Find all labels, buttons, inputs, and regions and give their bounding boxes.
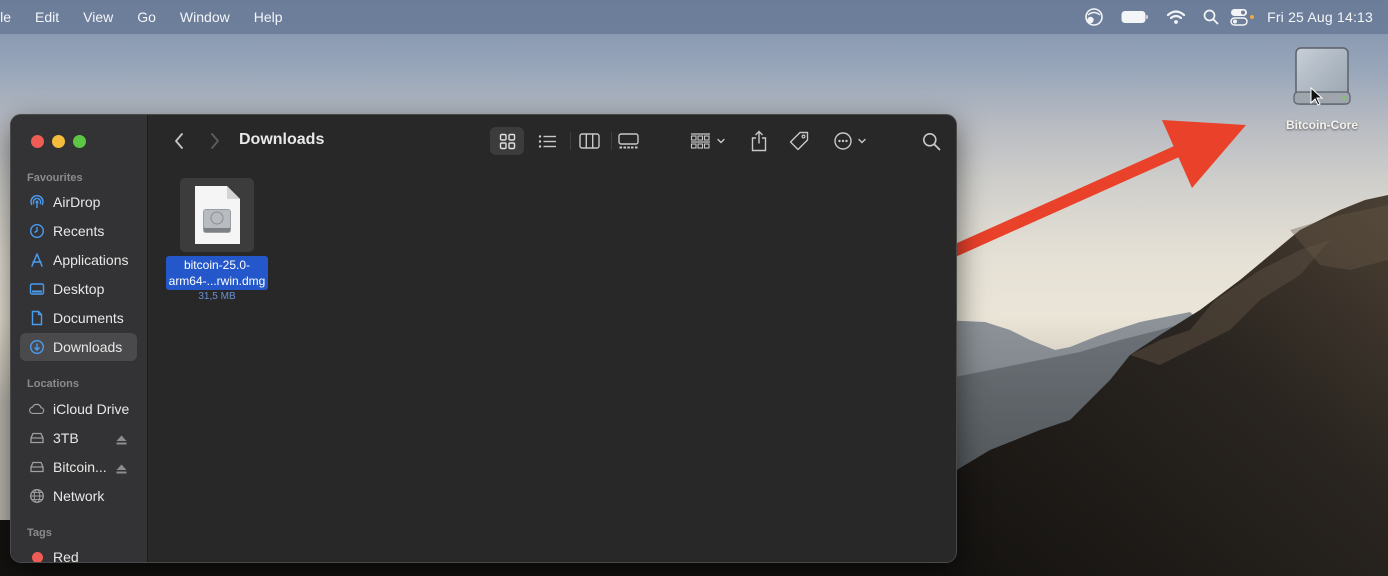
- drive-icon: [29, 430, 45, 446]
- spotlight-search-icon[interactable]: [1195, 0, 1227, 34]
- menu-file[interactable]: ile: [0, 0, 23, 34]
- sidebar-item-3tb[interactable]: 3TB: [20, 424, 137, 452]
- control-center-icon[interactable]: [1227, 0, 1259, 34]
- desktop-drive-label: Bitcoin-Core: [1286, 118, 1358, 132]
- finder-window: Favourites AirDrop Recents Applications …: [10, 114, 957, 563]
- file-item-bitcoin-dmg[interactable]: bitcoin-25.0- arm64-...rwin.dmg 31,5 MB: [159, 178, 275, 302]
- gallery-view-button[interactable]: [611, 127, 645, 155]
- sidebar-item-label: Applications: [53, 252, 129, 268]
- sidebar-item-icloud-drive[interactable]: iCloud Drive: [20, 395, 137, 423]
- sidebar-item-downloads[interactable]: Downloads: [20, 333, 137, 361]
- finder-toolbar: Downloads: [149, 115, 956, 167]
- icon-view-button[interactable]: [490, 127, 524, 155]
- columns-icon: [578, 133, 600, 149]
- sidebar-section-tags: Tags: [27, 527, 52, 539]
- cloud-icon: [29, 401, 45, 417]
- sidebar-item-label: Documents: [53, 310, 124, 326]
- forward-icon: [211, 133, 219, 149]
- more-actions-button[interactable]: [831, 127, 871, 155]
- menubar-clock[interactable]: Fri 25 Aug 14:13: [1259, 9, 1388, 25]
- zoom-window-button[interactable]: [73, 135, 86, 148]
- sidebar-item-label: 3TB: [53, 430, 79, 446]
- forward-button[interactable]: [205, 127, 225, 155]
- search-button[interactable]: [919, 127, 943, 155]
- sidebar-section-locations: Locations: [27, 378, 79, 390]
- file-name-line-1: bitcoin-25.0-: [183, 258, 251, 272]
- back-icon: [175, 133, 183, 149]
- share-icon: [751, 130, 767, 152]
- list-view-button[interactable]: [530, 127, 564, 155]
- sidebar-item-desktop[interactable]: Desktop: [20, 275, 137, 303]
- sidebar-item-label: AirDrop: [53, 194, 101, 210]
- sidebar-item-network[interactable]: Network: [20, 482, 137, 510]
- menu-go[interactable]: Go: [125, 0, 168, 34]
- drive-icon: [29, 459, 45, 475]
- finder-sidebar: Favourites AirDrop Recents Applications …: [11, 115, 148, 562]
- menu-view[interactable]: View: [71, 0, 125, 34]
- sidebar-item-label: Recents: [53, 223, 105, 239]
- sidebar-section-favourites: Favourites: [27, 172, 83, 184]
- toolbar-divider: [570, 132, 571, 150]
- sidebar-item-recents[interactable]: Recents: [20, 217, 137, 245]
- window-controls: [31, 135, 86, 148]
- list-icon: [538, 134, 556, 148]
- sidebar-item-label: Bitcoin...: [53, 459, 107, 475]
- more-actions-icon: [834, 132, 866, 150]
- sidebar-item-airdrop[interactable]: AirDrop: [20, 188, 137, 216]
- airdrop-icon: [29, 194, 45, 210]
- file-size-label: 31,5 MB: [198, 291, 236, 302]
- sidebar-item-label: Desktop: [53, 281, 105, 297]
- search-icon: [922, 132, 940, 150]
- screen-time-icon[interactable]: [1075, 0, 1113, 34]
- applications-icon: [29, 252, 45, 268]
- download-icon: [29, 339, 45, 355]
- tag-dot-icon: [29, 549, 45, 562]
- sidebar-item-bitcoin[interactable]: Bitcoin...: [20, 453, 137, 481]
- eject-icon[interactable]: [116, 461, 127, 477]
- battery-icon[interactable]: [1113, 0, 1157, 34]
- group-by-button[interactable]: [687, 127, 731, 155]
- eject-icon[interactable]: [116, 432, 127, 448]
- finder-content-area: bitcoin-25.0- arm64-...rwin.dmg 31,5 MB: [149, 167, 956, 562]
- share-button[interactable]: [747, 127, 771, 155]
- desktop-icon: [29, 281, 45, 297]
- clock-icon: [29, 223, 45, 239]
- group-by-icon: [690, 133, 725, 149]
- sidebar-item-documents[interactable]: Documents: [20, 304, 137, 332]
- minimize-window-button[interactable]: [52, 135, 65, 148]
- back-button[interactable]: [169, 127, 189, 155]
- gallery-icon: [617, 132, 639, 148]
- sidebar-item-applications[interactable]: Applications: [20, 246, 137, 274]
- sidebar-item-label: Network: [53, 488, 105, 504]
- menu-bar: ile Edit View Go Window Help Fri 25 Aug …: [0, 0, 1388, 34]
- tag-button[interactable]: [786, 127, 812, 155]
- sidebar-item-label: iCloud Drive: [53, 401, 130, 417]
- sidebar-item-label: Red: [53, 549, 79, 563]
- menu-window[interactable]: Window: [168, 0, 242, 34]
- close-window-button[interactable]: [31, 135, 44, 148]
- sidebar-item-label: Downloads: [53, 339, 123, 355]
- tag-icon: [789, 131, 809, 151]
- column-view-button[interactable]: [572, 127, 606, 155]
- window-title: Downloads: [239, 131, 325, 148]
- grid-icon: [499, 133, 515, 149]
- file-name-line-2: arm64-...rwin.dmg: [168, 274, 266, 288]
- menu-help[interactable]: Help: [242, 0, 295, 34]
- globe-icon: [29, 488, 45, 504]
- menu-edit[interactable]: Edit: [23, 0, 71, 34]
- wifi-icon[interactable]: [1157, 0, 1195, 34]
- sidebar-item-tag-red[interactable]: Red: [20, 543, 137, 563]
- dmg-file-icon: [180, 178, 254, 252]
- file-name-label: bitcoin-25.0- arm64-...rwin.dmg: [165, 256, 269, 290]
- document-icon: [29, 310, 45, 326]
- mouse-cursor-icon: [1310, 87, 1324, 106]
